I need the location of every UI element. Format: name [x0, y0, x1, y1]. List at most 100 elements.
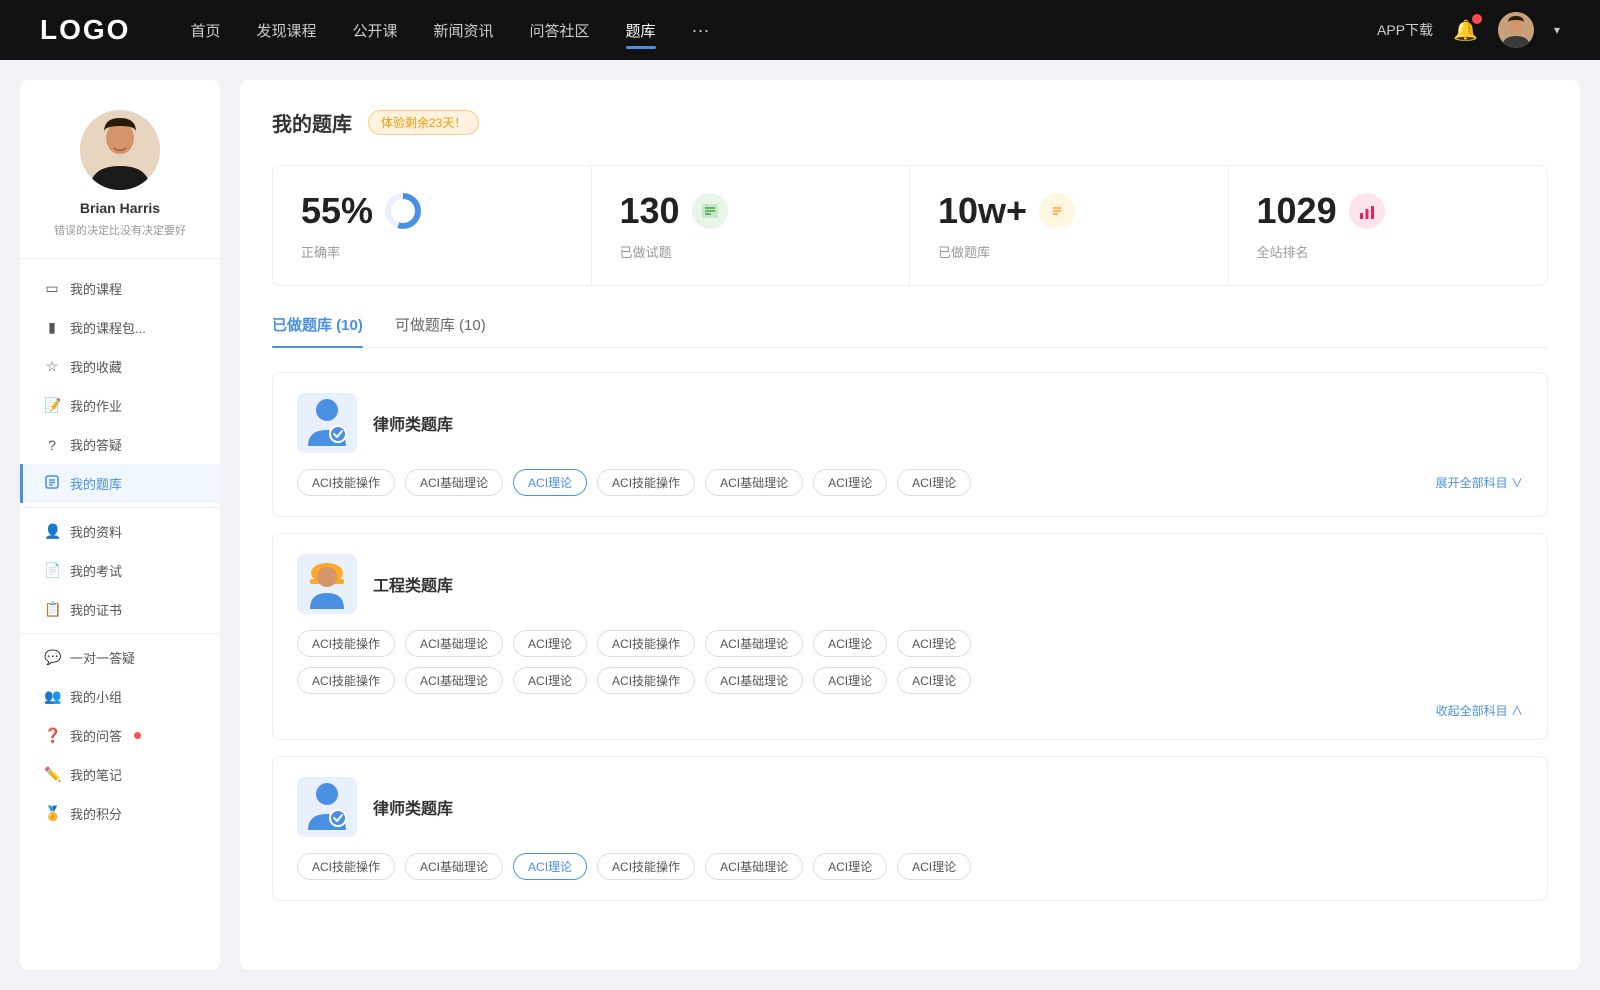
tab-available-banks[interactable]: 可做题库 (10)	[395, 314, 486, 347]
profile-icon: 👤	[44, 523, 60, 540]
tags-row-lawyer-1: ACI技能操作 ACI基础理论 ACI理论 ACI技能操作 ACI基础理论 AC…	[297, 469, 1523, 496]
sidebar-item-certificate[interactable]: 📋 我的证书	[20, 590, 220, 629]
homework-icon: 📝	[44, 397, 60, 414]
avatar-image	[1498, 12, 1534, 48]
accuracy-value: 55%	[301, 190, 373, 232]
sidebar-item-qa[interactable]: ? 我的答疑	[20, 425, 220, 464]
sidebar-item-profile[interactable]: 👤 我的资料	[20, 512, 220, 551]
sidebar-item-course-package[interactable]: ▮ 我的课程包...	[20, 308, 220, 347]
sidebar-item-group[interactable]: 👥 我的小组	[20, 677, 220, 716]
qbank-top-lawyer-1: 律师类题库	[297, 393, 1523, 453]
my-qa-icon: ❓	[44, 727, 60, 744]
lawyer-icon-2	[297, 777, 357, 837]
sidebar-label-points: 我的积分	[70, 804, 122, 823]
sidebar-item-question-bank[interactable]: 我的题库	[20, 464, 220, 503]
tag-lawyer1-3[interactable]: ACI技能操作	[597, 469, 695, 496]
nav-home[interactable]: 首页	[190, 20, 220, 41]
tag-eng-7[interactable]: ACI技能操作	[297, 667, 395, 694]
sidebar-label-question-bank: 我的题库	[70, 474, 122, 493]
tag-eng-0[interactable]: ACI技能操作	[297, 630, 395, 657]
tag-eng-8[interactable]: ACI基础理论	[405, 667, 503, 694]
tag-eng-5[interactable]: ACI理论	[813, 630, 887, 657]
notification-bell[interactable]: 🔔	[1453, 18, 1478, 43]
tag-eng-9[interactable]: ACI理论	[513, 667, 587, 694]
nav-right: APP下载 🔔 ▾	[1377, 12, 1560, 48]
nav-qa[interactable]: 问答社区	[530, 20, 590, 41]
tag-eng-4[interactable]: ACI基础理论	[705, 630, 803, 657]
tag-lawyer1-2[interactable]: ACI理论	[513, 469, 587, 496]
sidebar-item-my-courses[interactable]: ▭ 我的课程	[20, 269, 220, 308]
rank-bar-icon	[1349, 193, 1385, 229]
stat-global-rank: 1029 全站排名	[1229, 166, 1548, 285]
tag-eng-6[interactable]: ACI理论	[897, 630, 971, 657]
sidebar-label-homework: 我的作业	[70, 396, 122, 415]
tag-lawyer1-0[interactable]: ACI技能操作	[297, 469, 395, 496]
sidebar-item-homework[interactable]: 📝 我的作业	[20, 386, 220, 425]
sidebar-item-tutoring[interactable]: 💬 一对一答疑	[20, 638, 220, 677]
qbank-card-lawyer-1: 律师类题库 ACI技能操作 ACI基础理论 ACI理论 ACI技能操作 ACI基…	[272, 372, 1548, 517]
qbank-title-lawyer-1: 律师类题库	[373, 411, 453, 435]
tag-lawyer1-6[interactable]: ACI理论	[897, 469, 971, 496]
user-avatar[interactable]	[1498, 12, 1534, 48]
nav-news[interactable]: 新闻资讯	[434, 20, 494, 41]
sidebar-divider-2	[20, 633, 220, 634]
accuracy-circle-icon	[385, 193, 421, 229]
tags-row-lawyer-2: ACI技能操作 ACI基础理论 ACI理论 ACI技能操作 ACI基础理论 AC…	[297, 853, 1523, 880]
tag-eng-12[interactable]: ACI理论	[813, 667, 887, 694]
tag-lawyer1-1[interactable]: ACI基础理论	[405, 469, 503, 496]
sidebar-item-notes[interactable]: ✏️ 我的笔记	[20, 755, 220, 794]
sidebar-label-my-qa: 我的问答	[70, 726, 122, 745]
tag-lawyer1-5[interactable]: ACI理论	[813, 469, 887, 496]
tag-eng-1[interactable]: ACI基础理论	[405, 630, 503, 657]
app-download-link[interactable]: APP下载	[1377, 20, 1433, 40]
tags-row-engineer-2: ACI技能操作 ACI基础理论 ACI理论 ACI技能操作 ACI基础理论 AC…	[297, 667, 1523, 694]
sidebar-item-exam[interactable]: 📄 我的考试	[20, 551, 220, 590]
expand-btn-lawyer1[interactable]: 展开全部科目 ∨	[1436, 474, 1523, 491]
collapse-btn-engineer[interactable]: 收起全部科目 ∧	[297, 702, 1523, 719]
tag-eng-11[interactable]: ACI基础理论	[705, 667, 803, 694]
course-pkg-icon: ▮	[44, 319, 60, 336]
cert-icon: 📋	[44, 601, 60, 618]
trial-badge: 体验剩余23天！	[368, 110, 479, 135]
sidebar-label-profile: 我的资料	[70, 522, 122, 541]
main-content: 我的题库 体验剩余23天！ 55% 正确率 130	[240, 80, 1580, 970]
user-dropdown-arrow[interactable]: ▾	[1554, 23, 1560, 37]
nav-question-bank[interactable]: 题库	[626, 20, 656, 41]
qbank-title-lawyer-2: 律师类题库	[373, 795, 453, 819]
accuracy-circle-inner	[391, 199, 415, 223]
tag-lawyer2-5[interactable]: ACI理论	[813, 853, 887, 880]
tag-lawyer1-4[interactable]: ACI基础理论	[705, 469, 803, 496]
sidebar-item-my-qa[interactable]: ❓ 我的问答	[20, 716, 220, 755]
stat-top-questions: 130	[620, 190, 882, 232]
tag-lawyer2-1[interactable]: ACI基础理论	[405, 853, 503, 880]
exam-icon: 📄	[44, 562, 60, 579]
sidebar-item-favorites[interactable]: ☆ 我的收藏	[20, 347, 220, 386]
user-display-name: Brian Harris	[80, 200, 160, 216]
tag-eng-10[interactable]: ACI技能操作	[597, 667, 695, 694]
sidebar-label-certificate: 我的证书	[70, 600, 122, 619]
tag-eng-3[interactable]: ACI技能操作	[597, 630, 695, 657]
tag-lawyer2-0[interactable]: ACI技能操作	[297, 853, 395, 880]
tab-done-banks[interactable]: 已做题库 (10)	[272, 314, 363, 347]
qa-icon: ?	[44, 437, 60, 453]
sidebar-label-notes: 我的笔记	[70, 765, 122, 784]
stat-accuracy: 55% 正确率	[273, 166, 592, 285]
sidebar: Brian Harris 错误的决定比没有决定要好 ▭ 我的课程 ▮ 我的课程包…	[20, 80, 220, 970]
sidebar-item-points[interactable]: 🏅 我的积分	[20, 794, 220, 833]
stat-banks-done: 10w+ 已做题库	[910, 166, 1229, 285]
nav-open-course[interactable]: 公开课	[352, 20, 397, 41]
nav-more[interactable]: ···	[692, 20, 710, 41]
banks-doc-icon	[1039, 193, 1075, 229]
tag-lawyer2-6[interactable]: ACI理论	[897, 853, 971, 880]
tabs-row: 已做题库 (10) 可做题库 (10)	[272, 314, 1548, 348]
tag-eng-2[interactable]: ACI理论	[513, 630, 587, 657]
nav-discover[interactable]: 发现课程	[256, 20, 316, 41]
tag-eng-13[interactable]: ACI理论	[897, 667, 971, 694]
rank-value: 1029	[1257, 190, 1337, 232]
tag-lawyer2-4[interactable]: ACI基础理论	[705, 853, 803, 880]
tag-lawyer2-2[interactable]: ACI理论	[513, 853, 587, 880]
tag-lawyer2-3[interactable]: ACI技能操作	[597, 853, 695, 880]
qbank-title-engineer: 工程类题库	[373, 572, 453, 596]
page-header: 我的题库 体验剩余23天！	[272, 108, 1548, 137]
banks-label: 已做题库	[938, 242, 1200, 261]
